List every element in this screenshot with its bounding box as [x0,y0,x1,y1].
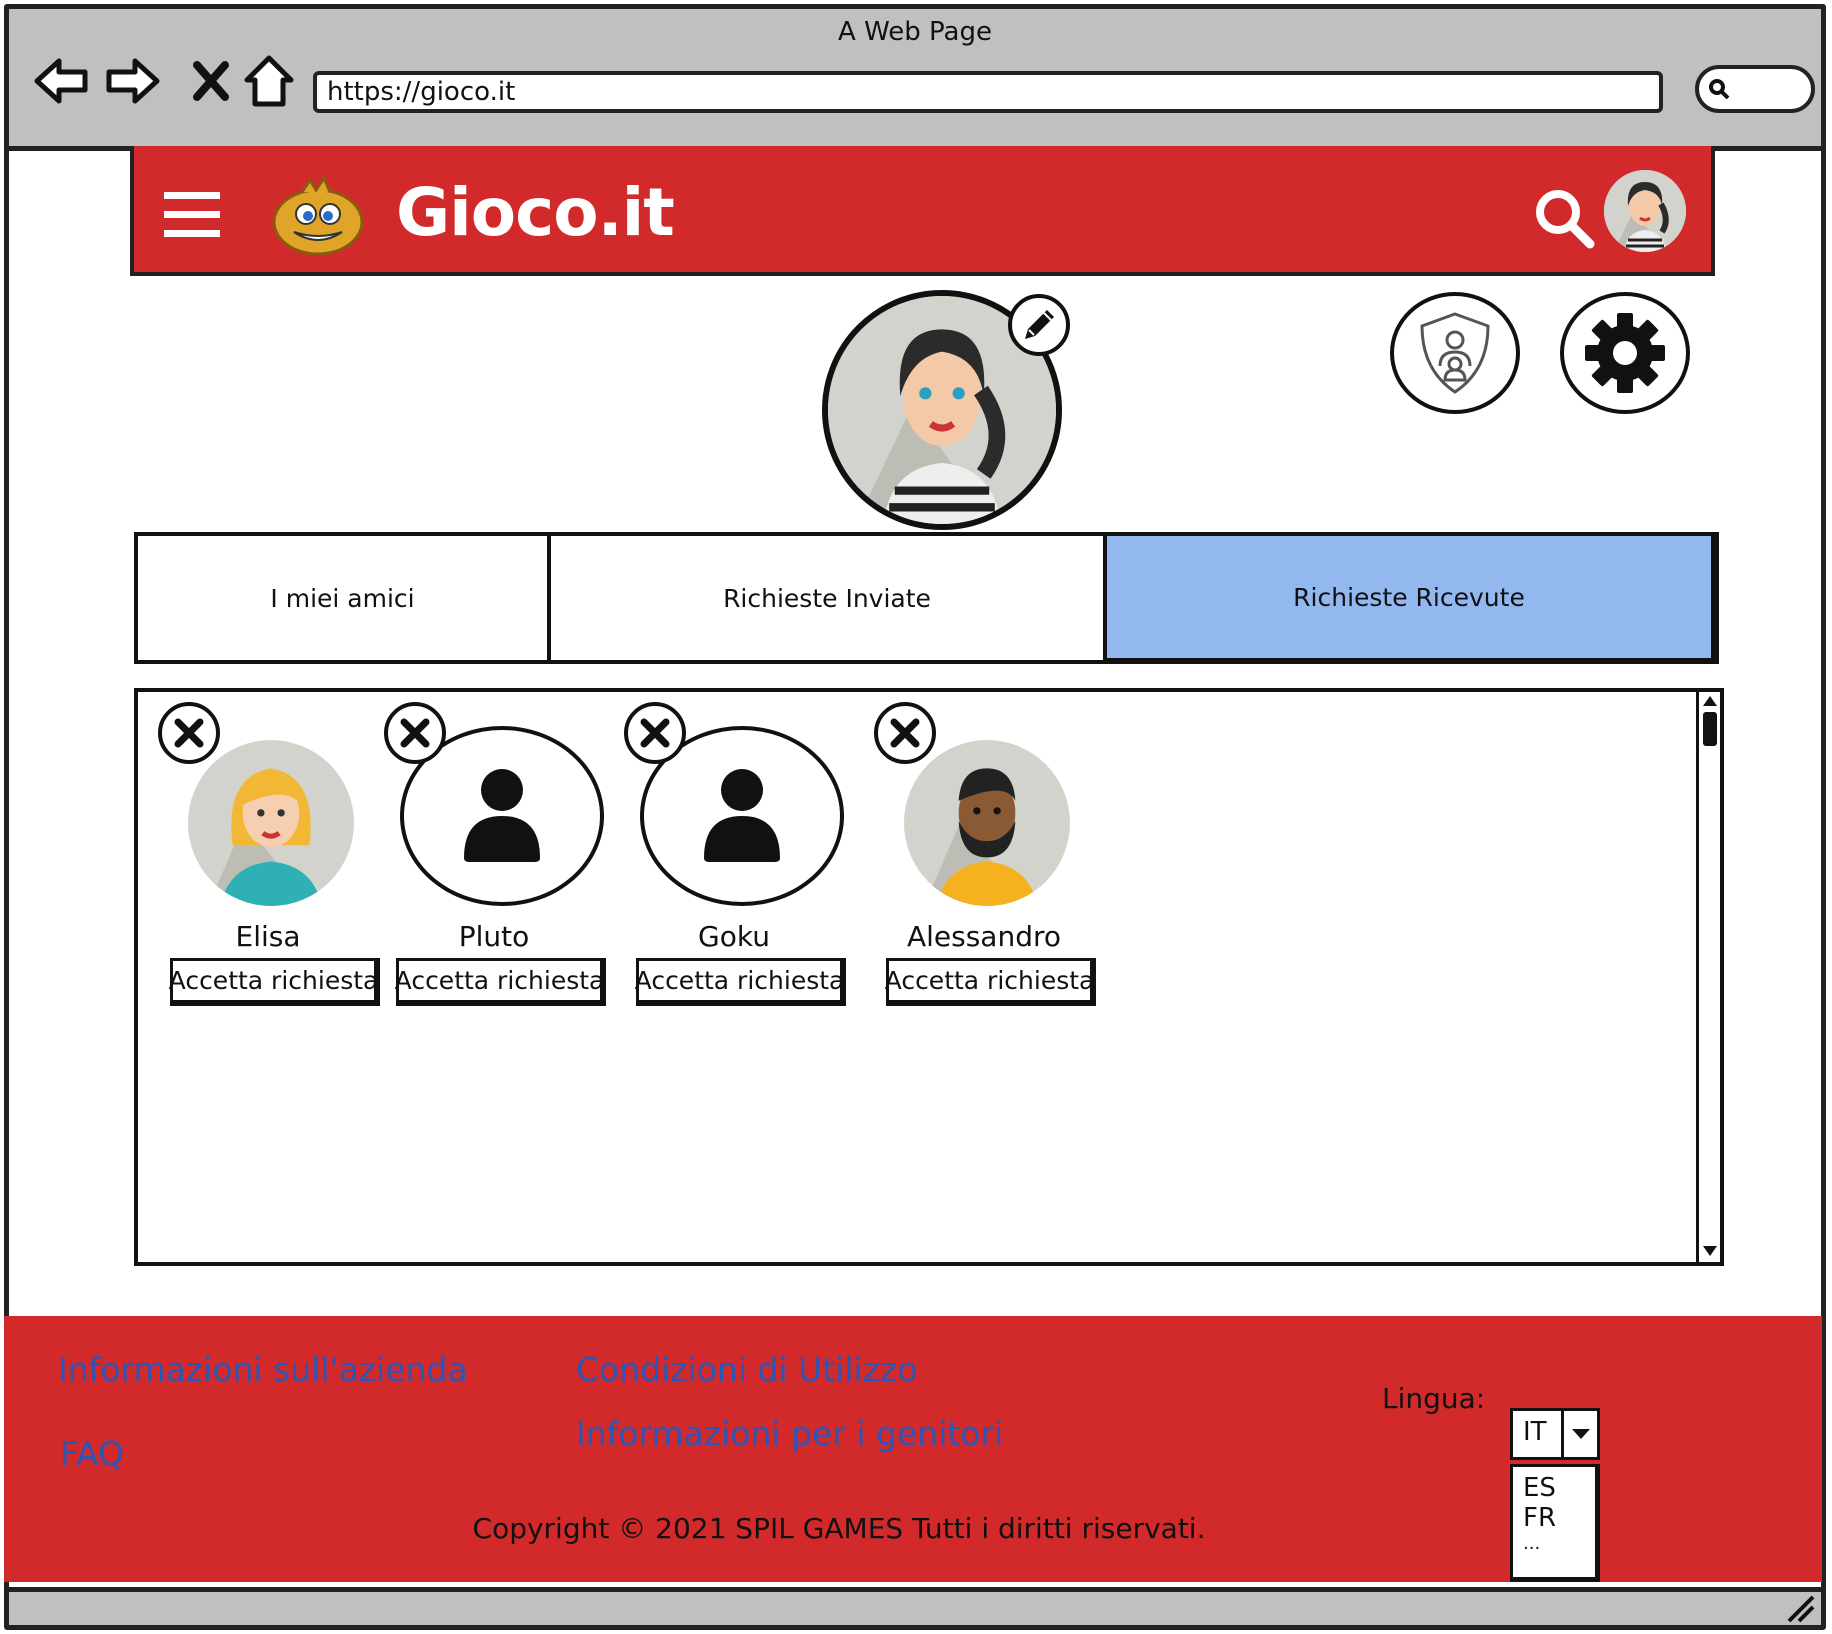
browser-toolbar: A Web Page https://gioco.it [9,9,1821,151]
footer-link-parents[interactable]: Informazioni per i genitori [576,1414,1003,1453]
reject-request-button[interactable] [874,702,936,764]
tab-my-friends[interactable]: I miei amici [134,532,551,664]
edit-profile-button[interactable] [1008,294,1070,356]
home-icon[interactable] [239,51,299,111]
reject-request-button[interactable] [158,702,220,764]
search-icon[interactable] [1532,186,1596,250]
gear-icon [1585,313,1665,393]
footer-link-faq[interactable]: FAQ [60,1434,124,1473]
settings-button[interactable] [1560,292,1690,414]
close-icon [640,718,670,748]
accept-request-button[interactable]: Accetta richiesta [635,958,846,1006]
user-avatar[interactable] [1604,170,1686,252]
accept-request-button[interactable]: Accetta richiesta [885,958,1096,1006]
user-placeholder-icon [704,769,780,862]
hamburger-menu-icon[interactable] [164,192,220,238]
parental-shield-icon [1420,312,1490,394]
tab-sent-requests[interactable]: Richieste Inviate [547,532,1107,664]
friend-name: Elisa [235,920,301,953]
friend-name: Pluto [458,920,530,953]
window-title: A Web Page [838,17,992,47]
mascot-logo-icon[interactable] [272,176,364,256]
reject-request-button[interactable] [384,702,446,764]
footer-link-terms[interactable]: Condizioni di Utilizzo [576,1350,918,1389]
reject-request-button[interactable] [624,702,686,764]
brand-name[interactable]: Gioco.it [396,174,675,251]
avatar [188,740,354,906]
scroll-thumb[interactable] [1703,712,1717,746]
list-item: Alessandro Accetta richiesta [874,702,1114,1006]
tab-received-requests[interactable]: Richieste Ricevute [1103,532,1719,664]
friend-name: Alessandro [906,920,1062,953]
language-option[interactable]: ES [1523,1473,1585,1503]
received-requests-list: Elisa Accetta richiesta Pluto Accetta ri… [134,688,1724,1266]
stop-icon[interactable] [181,51,241,111]
search-icon [1709,79,1730,100]
accept-request-button[interactable]: Accetta richiesta [169,958,380,1006]
site-footer: Informazioni sull'azienda FAQ Condizioni… [4,1316,1822,1582]
language-select[interactable]: IT [1510,1408,1600,1460]
avatar [904,740,1070,906]
close-icon [400,718,430,748]
list-item: Goku Accetta richiesta [624,702,864,1006]
close-icon [174,718,204,748]
status-bar [9,1587,1821,1625]
list-item: Elisa Accetta richiesta [158,702,398,1006]
parental-control-button[interactable] [1390,292,1520,414]
list-scrollbar[interactable] [1696,692,1720,1262]
back-icon[interactable] [31,51,91,111]
forward-icon[interactable] [103,51,163,111]
list-item: Pluto Accetta richiesta [384,702,624,1006]
resize-grip-icon[interactable] [1785,1593,1815,1623]
pencil-icon [1025,310,1054,339]
woman-avatar-icon [1604,170,1686,252]
language-selected-value: IT [1523,1417,1547,1447]
chevron-down-icon[interactable] [1561,1411,1597,1457]
friend-name: Goku [698,920,770,953]
blonde-woman-avatar-icon [188,740,354,906]
scroll-up-icon[interactable] [1701,694,1719,708]
scroll-down-icon[interactable] [1701,1244,1719,1258]
url-input[interactable]: https://gioco.it [313,71,1663,113]
footer-link-company[interactable]: Informazioni sull'azienda [58,1350,468,1389]
site-header: Gioco.it [130,146,1715,276]
browser-search-field[interactable] [1695,65,1815,113]
accept-request-button[interactable]: Accetta richiesta [395,958,606,1006]
user-placeholder-icon [464,769,540,862]
bearded-man-avatar-icon [904,740,1070,906]
language-label: Lingua: [1382,1382,1486,1415]
copyright-text: Copyright © 2021 SPIL GAMES Tutti i diri… [472,1512,1206,1545]
close-icon [890,718,920,748]
